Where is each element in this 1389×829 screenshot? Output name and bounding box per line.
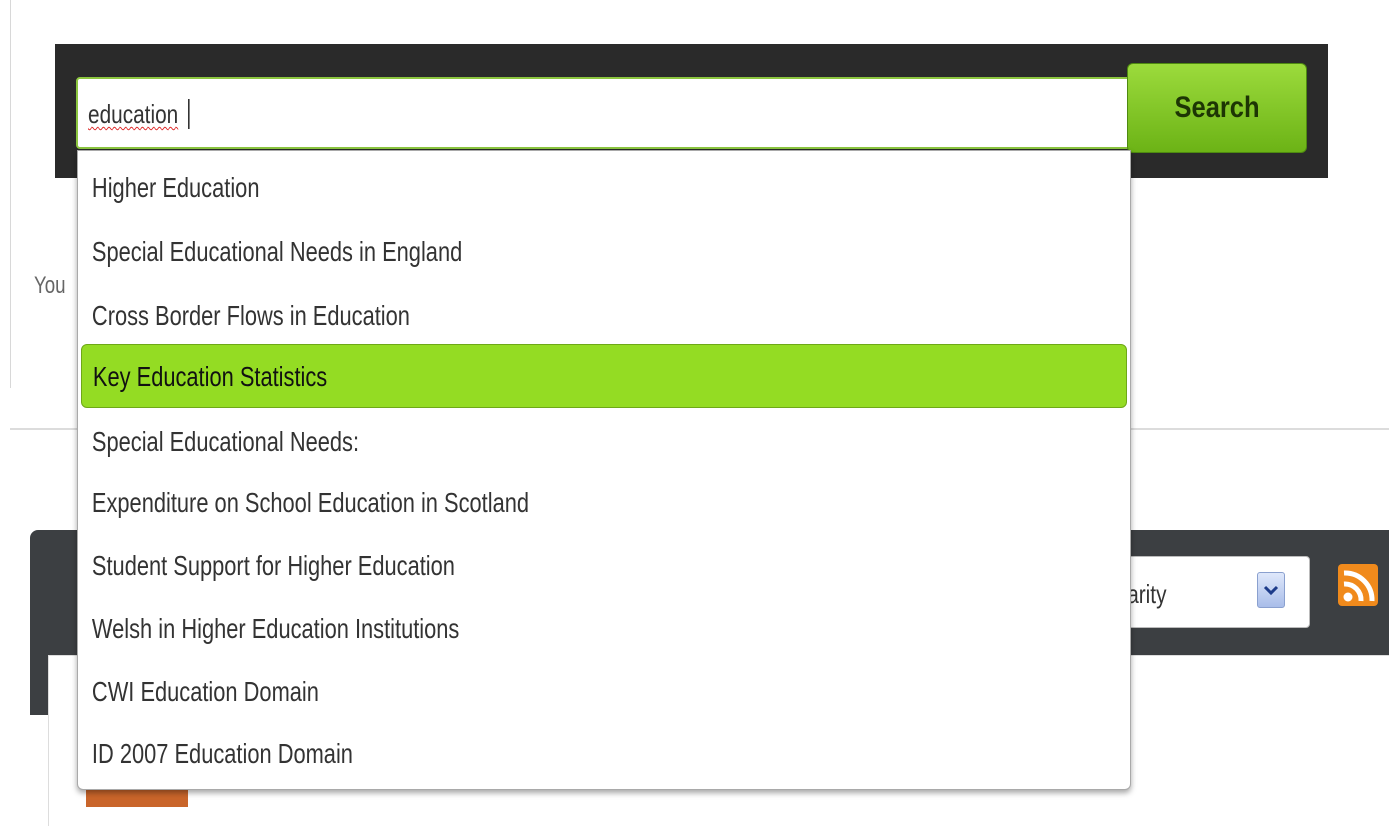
suggestion-item[interactable]: CWI Education Domain: [81, 660, 1127, 724]
suggestion-item[interactable]: Expenditure on School Education in Scotl…: [81, 471, 1127, 535]
search-input[interactable]: education: [76, 77, 1136, 149]
left-divider-line: [10, 0, 11, 388]
search-button[interactable]: Search: [1127, 63, 1307, 153]
search-button-label: Search: [1174, 91, 1260, 124]
suggestion-item[interactable]: Welsh in Higher Education Institutions: [81, 597, 1127, 661]
autocomplete-dropdown: Higher Education Special Educational Nee…: [77, 150, 1131, 790]
suggestion-item-highlighted[interactable]: Key Education Statistics: [81, 344, 1127, 408]
suggestion-item[interactable]: ID 2007 Education Domain: [81, 722, 1127, 786]
rss-icon[interactable]: [1338, 564, 1378, 606]
text-caret: [187, 99, 190, 129]
suggestion-item[interactable]: Special Educational Needs in England: [81, 220, 1127, 284]
suggestion-item[interactable]: Cross Border Flows in Education: [81, 284, 1127, 348]
suggestion-item[interactable]: Special Educational Needs:: [81, 410, 1127, 474]
search-query-text: education: [88, 99, 179, 129]
suggestion-item[interactable]: Student Support for Higher Education: [81, 534, 1127, 598]
chevron-down-icon[interactable]: [1257, 572, 1285, 608]
suggestion-item[interactable]: Higher Education: [81, 156, 1127, 220]
obscured-intro-text: You: [34, 272, 66, 299]
